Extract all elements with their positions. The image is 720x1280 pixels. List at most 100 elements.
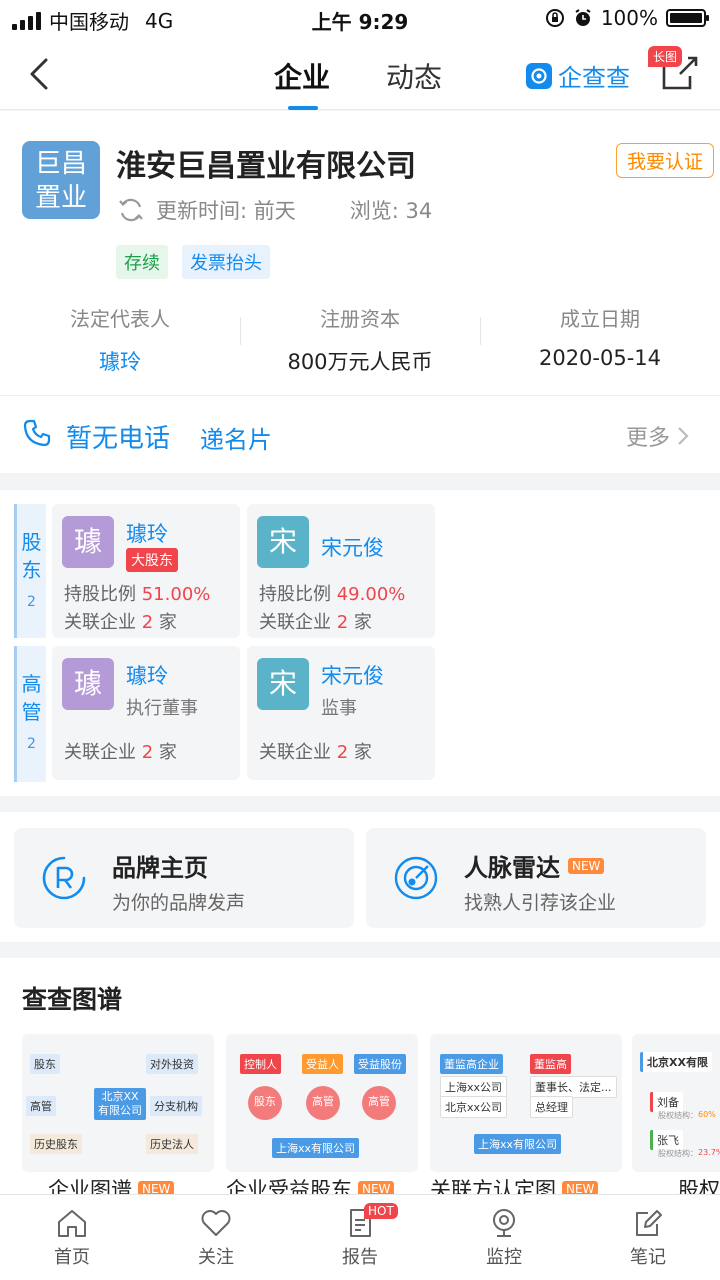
executive-card[interactable]: 璩 璩玲 执行董事 关联企业 2 家 bbox=[52, 646, 240, 780]
related-count: 2 bbox=[336, 742, 349, 763]
person-role: 监事 bbox=[321, 698, 357, 719]
qcc-brand[interactable]: 企查查 bbox=[526, 58, 630, 93]
tab-report[interactable]: HOT 报告 bbox=[288, 1195, 432, 1280]
logo-line-2: 置业 bbox=[34, 183, 87, 213]
graph-node: 股东 bbox=[30, 1054, 60, 1074]
graph-node: 北京XX有限公司 bbox=[94, 1088, 146, 1120]
related-unit: 家 bbox=[353, 612, 372, 633]
shareholders-label[interactable]: 股东 2 bbox=[14, 504, 46, 638]
major-shareholder-badge: 大股东 bbox=[126, 548, 178, 572]
feature-title: 人脉雷达 bbox=[464, 854, 560, 882]
graph-node: 高管 bbox=[306, 1086, 340, 1120]
equity-graph-card[interactable]: 北京XX有限 刘备 股权结构： 60% 张飞 股权结构： 23.7% bbox=[632, 1034, 720, 1172]
network-radar-subtitle: 找熟人引荐该企业 bbox=[464, 892, 617, 914]
graph-node: 股东 bbox=[248, 1086, 282, 1120]
founded-date: 成立日期 2020-05-14 bbox=[480, 301, 720, 371]
tab-news[interactable]: 动态 bbox=[386, 56, 442, 96]
related-label: 关联企业 bbox=[64, 612, 136, 633]
person-name[interactable]: 宋元俊 bbox=[321, 532, 384, 562]
founded-label: 成立日期 bbox=[560, 307, 640, 331]
avatar: 璩 bbox=[62, 658, 114, 710]
person-name[interactable]: 宋元俊 bbox=[321, 660, 384, 690]
send-card-link[interactable]: 递名片 bbox=[200, 420, 272, 455]
share-ratio-value: 51.00% bbox=[141, 584, 211, 605]
brand-page-card[interactable]: 品牌主页 为你的品牌发声 bbox=[14, 828, 354, 928]
enterprise-graph-card[interactable]: 股东 对外投资 高管 北京XX有限公司 分支机构 历史股东 历史法人 bbox=[22, 1034, 214, 1172]
avatar: 宋 bbox=[257, 516, 309, 568]
company-card: 巨昌 置业 淮安巨昌置业有限公司 我要认证 更新时间: 前天 浏览: 34 存续… bbox=[0, 111, 720, 395]
network-radar-card[interactable]: 人脉雷达 NEW 找熟人引荐该企业 bbox=[366, 828, 706, 928]
graph-node: 北京xx公司 bbox=[440, 1096, 508, 1118]
company-name: 淮安巨昌置业有限公司 bbox=[116, 149, 416, 184]
claim-button[interactable]: 我要认证 bbox=[616, 143, 715, 178]
avatar: 宋 bbox=[257, 658, 309, 710]
avatar: 璩 bbox=[62, 516, 114, 568]
share-ratio: 持股比例 51.00% bbox=[64, 580, 210, 606]
invoice-title-tag[interactable]: 发票抬头 bbox=[182, 245, 270, 279]
qcc-logo-icon bbox=[526, 62, 552, 89]
legal-rep-value[interactable]: 璩玲 bbox=[0, 346, 240, 376]
graph-node: 对外投资 bbox=[146, 1054, 198, 1074]
refresh-icon[interactable] bbox=[116, 195, 146, 225]
related-label: 关联企业 bbox=[259, 612, 331, 633]
company-info: 法定代表人 璩玲 注册资本 800万元人民币 成立日期 2020-05-14 bbox=[0, 301, 720, 374]
more-link[interactable]: 更多 bbox=[626, 420, 690, 452]
graph-node: 历史法人 bbox=[146, 1134, 198, 1154]
graph-caption[interactable]: 关联方认定图 NEW bbox=[430, 1174, 599, 1194]
graph-caption[interactable]: 企业图谱 NEW bbox=[48, 1174, 175, 1194]
share-ratio: 持股比例 49.00% bbox=[259, 580, 405, 606]
shareholders-title: 股东 bbox=[21, 530, 42, 582]
graph-node: 总经理 bbox=[530, 1096, 573, 1118]
graph-section: 查查图谱 股东 对外投资 高管 北京XX有限公司 分支机构 历史股东 历史法人 … bbox=[0, 958, 720, 1194]
view-count: 浏览: 34 bbox=[349, 199, 433, 223]
new-badge: NEW bbox=[562, 1181, 599, 1194]
tab-follow[interactable]: 关注 bbox=[144, 1195, 288, 1280]
graph-node: 60% bbox=[698, 1110, 716, 1119]
shareholder-card[interactable]: 宋 宋元俊 持股比例 49.00% 关联企业 2 家 bbox=[247, 504, 435, 638]
update-time: 更新时间: 前天 bbox=[156, 199, 296, 223]
new-badge: NEW bbox=[568, 857, 605, 874]
graph-caption[interactable]: 股权 bbox=[678, 1174, 720, 1194]
note-edit-icon bbox=[636, 1210, 662, 1236]
phone-icon[interactable] bbox=[22, 418, 52, 448]
legal-rep: 法定代表人 璩玲 bbox=[0, 301, 240, 374]
person-name[interactable]: 璩玲 bbox=[126, 518, 168, 548]
battery-percent: 100% bbox=[600, 6, 658, 30]
company-tags: 存续 发票抬头 bbox=[116, 245, 270, 279]
person-name[interactable]: 璩玲 bbox=[126, 660, 168, 690]
page: 中国移动 4G 上午 9:29 100% 企业 动态 企查查 长图 巨昌 置业 bbox=[0, 0, 720, 1280]
related-label: 关联企业 bbox=[64, 742, 136, 763]
graph-node: 董监高企业 bbox=[440, 1054, 503, 1074]
home-icon bbox=[58, 1210, 86, 1237]
related-party-graph-card[interactable]: 董监高企业 董监高 上海xx公司 董事长、法定... 北京xx公司 总经理 上海… bbox=[430, 1034, 622, 1172]
related-count: 2 bbox=[141, 742, 154, 763]
graph-node: 董监高 bbox=[530, 1054, 571, 1074]
executives-label[interactable]: 高管 2 bbox=[14, 646, 46, 782]
graph-section-title: 查查图谱 bbox=[22, 985, 123, 1014]
graph-node: 分支机构 bbox=[150, 1096, 202, 1116]
related-unit: 家 bbox=[353, 742, 372, 763]
related-companies: 关联企业 2 家 bbox=[259, 608, 372, 634]
tab-company[interactable]: 企业 bbox=[274, 56, 330, 96]
shareholder-card[interactable]: 璩 璩玲 大股东 持股比例 51.00% 关联企业 2 家 bbox=[52, 504, 240, 638]
capital-label: 注册资本 bbox=[320, 307, 400, 331]
back-arrow-icon[interactable] bbox=[22, 54, 62, 94]
chevron-right-icon bbox=[678, 427, 689, 445]
network-radar-title: 人脉雷达 NEW bbox=[464, 848, 605, 883]
tab-notes[interactable]: 笔记 bbox=[576, 1195, 720, 1280]
related-unit: 家 bbox=[158, 612, 177, 633]
executive-card[interactable]: 宋 宋元俊 监事 关联企业 2 家 bbox=[247, 646, 435, 780]
legal-rep-label: 法定代表人 bbox=[70, 307, 170, 331]
brand-page-subtitle: 为你的品牌发声 bbox=[112, 892, 246, 914]
tab-monitor[interactable]: 监控 bbox=[432, 1195, 576, 1280]
brand-page-title: 品牌主页 bbox=[112, 848, 208, 883]
tab-home[interactable]: 首页 bbox=[0, 1195, 144, 1280]
executives-title: 高管 bbox=[21, 672, 42, 724]
related-companies: 关联企业 2 家 bbox=[259, 738, 372, 764]
phone-status[interactable]: 暂无电话 bbox=[66, 418, 170, 455]
person-role: 执行董事 bbox=[126, 698, 198, 719]
graph-node: 受益股份 bbox=[354, 1054, 406, 1074]
graph-caption[interactable]: 企业受益股东 NEW bbox=[226, 1174, 395, 1194]
beneficiary-graph-card[interactable]: 控制人 受益人 受益股份 股东 高管 高管 上海xx有限公司 bbox=[226, 1034, 418, 1172]
brand-name: 企查查 bbox=[558, 64, 630, 92]
